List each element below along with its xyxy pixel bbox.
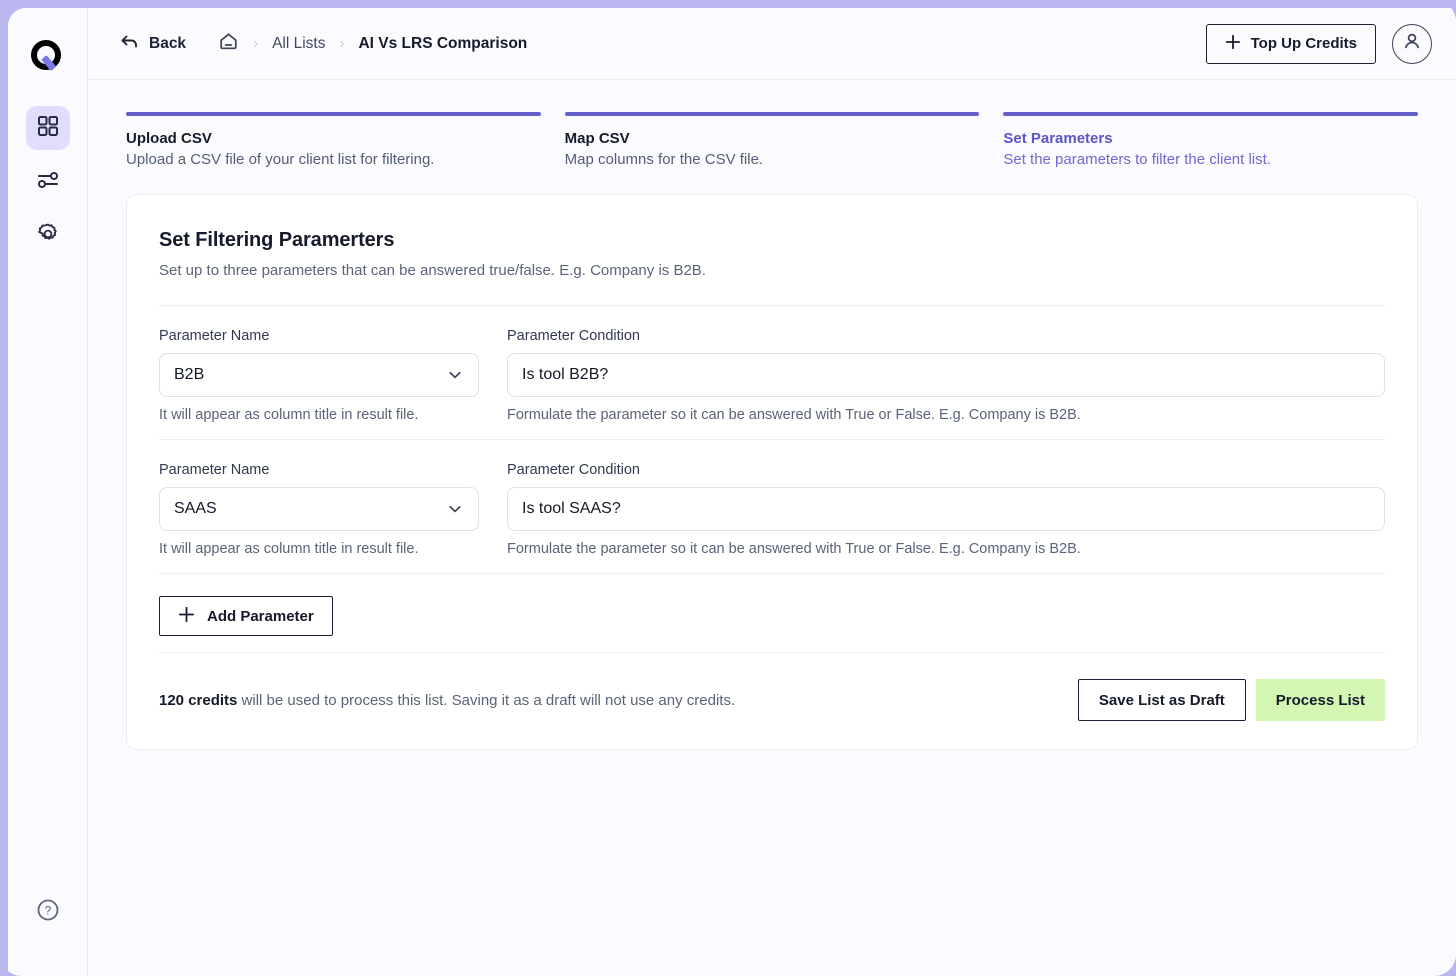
stepper: Upload CSV Upload a CSV file of your cli… [88,80,1456,168]
step-set-parameters[interactable]: Set Parameters Set the parameters to fil… [1003,112,1419,168]
top-bar: Back › All Lists › AI Vs LRS Comparison [88,8,1456,80]
breadcrumb-separator: › [253,35,259,52]
back-arrow-icon [120,32,139,56]
gear-icon [36,222,60,251]
grid-icon [37,115,59,142]
process-list-button[interactable]: Process List [1255,679,1385,721]
parameter-name-value: B2B [174,366,205,383]
breadcrumb-separator: › [339,35,345,52]
sidebar-item-settings[interactable] [26,214,70,258]
chevron-down-icon [446,366,464,384]
step-description: Map columns for the CSV file. [564,151,764,168]
sliders-icon [36,168,60,197]
credits-note: 120 credits will be used to process this… [159,692,735,709]
step-description: Set the parameters to filter the client … [1003,151,1271,168]
parameter-name-hint: It will appear as column title in result… [159,407,419,423]
save-list-as-draft-button[interactable]: Save List as Draft [1077,679,1246,721]
parameter-name-label: Parameter Name [159,462,270,478]
help-button[interactable]: ? [32,896,64,928]
app-logo [27,36,69,78]
parameter-name-label: Parameter Name [159,328,270,344]
step-title: Map CSV [564,130,630,147]
page-subtitle: Set up to three parameters that can be a… [159,262,706,279]
parameter-condition-label: Parameter Condition [507,462,640,478]
svg-text:?: ? [44,903,51,917]
set-parameters-card: Set Filtering Paramerters Set up to thre… [126,194,1418,750]
plus-icon [178,606,195,627]
chevron-down-icon [446,500,464,518]
footer-actions: Save List as Draft Process List [1077,679,1385,721]
content-area: Back › All Lists › AI Vs LRS Comparison [88,8,1456,976]
home-icon[interactable] [218,31,239,57]
step-map-csv[interactable]: Map CSV Map columns for the CSV file. [564,112,980,168]
step-progress-bar [564,112,980,116]
credits-amount: 120 credits [159,691,238,709]
step-title: Upload CSV [126,130,212,147]
step-progress-bar [1003,112,1419,116]
sidebar: ? [8,8,88,976]
parameter-condition-hint: Formulate the parameter so it can be ans… [507,541,1081,557]
parameter-condition-label: Parameter Condition [507,328,640,344]
user-icon [1401,30,1423,57]
back-button[interactable]: Back [120,32,186,56]
parameter-name-value: SAAS [174,500,217,517]
sidebar-item-dashboard[interactable] [25,106,70,150]
back-label: Back [149,34,187,52]
parameter-name-select[interactable]: B2B [159,353,479,397]
parameter-condition-input[interactable] [507,487,1385,531]
app-frame: ? Back › All Lists › AI Vs LRS Compariso… [0,0,1456,976]
parameter-condition-input[interactable] [507,353,1385,397]
credits-text: will be used to process this list. Savin… [237,691,736,709]
breadcrumb-all-lists[interactable]: All Lists [272,35,325,53]
avatar[interactable] [1392,23,1432,64]
step-title: Set Parameters [1003,130,1113,147]
top-up-credits-label: Top Up Credits [1250,35,1357,52]
plus-icon [1225,34,1241,54]
page-title: Set Filtering Paramerters [159,229,395,251]
parameter-name-select[interactable]: SAAS [159,487,479,531]
step-description: Upload a CSV file of your client list fo… [126,151,435,168]
card-footer: 120 credits will be used to process this… [159,653,1385,721]
step-progress-bar [126,112,541,116]
add-parameter-row: Add Parameter [159,574,1385,636]
top-bar-actions: Top Up Credits [1205,23,1432,64]
app-window: ? Back › All Lists › AI Vs LRS Compariso… [8,8,1456,976]
sidebar-item-filters[interactable] [26,160,70,204]
parameter-row: Parameter Name B2B It will appear as col… [159,306,1385,423]
top-up-credits-button[interactable]: Top Up Credits [1205,23,1376,64]
sidebar-nav [25,106,70,258]
parameter-condition-hint: Formulate the parameter so it can be ans… [507,407,1081,423]
add-parameter-button[interactable]: Add Parameter [159,596,333,636]
add-parameter-label: Add Parameter [207,607,314,625]
parameter-name-hint: It will appear as column title in result… [159,541,419,557]
help-circle-icon: ? [35,897,61,928]
parameter-row: Parameter Name SAAS It will appear as co… [159,440,1385,557]
breadcrumb: › All Lists › AI Vs LRS Comparison [218,31,527,57]
step-upload-csv[interactable]: Upload CSV Upload a CSV file of your cli… [126,112,541,168]
breadcrumb-current: AI Vs LRS Comparison [358,34,528,52]
